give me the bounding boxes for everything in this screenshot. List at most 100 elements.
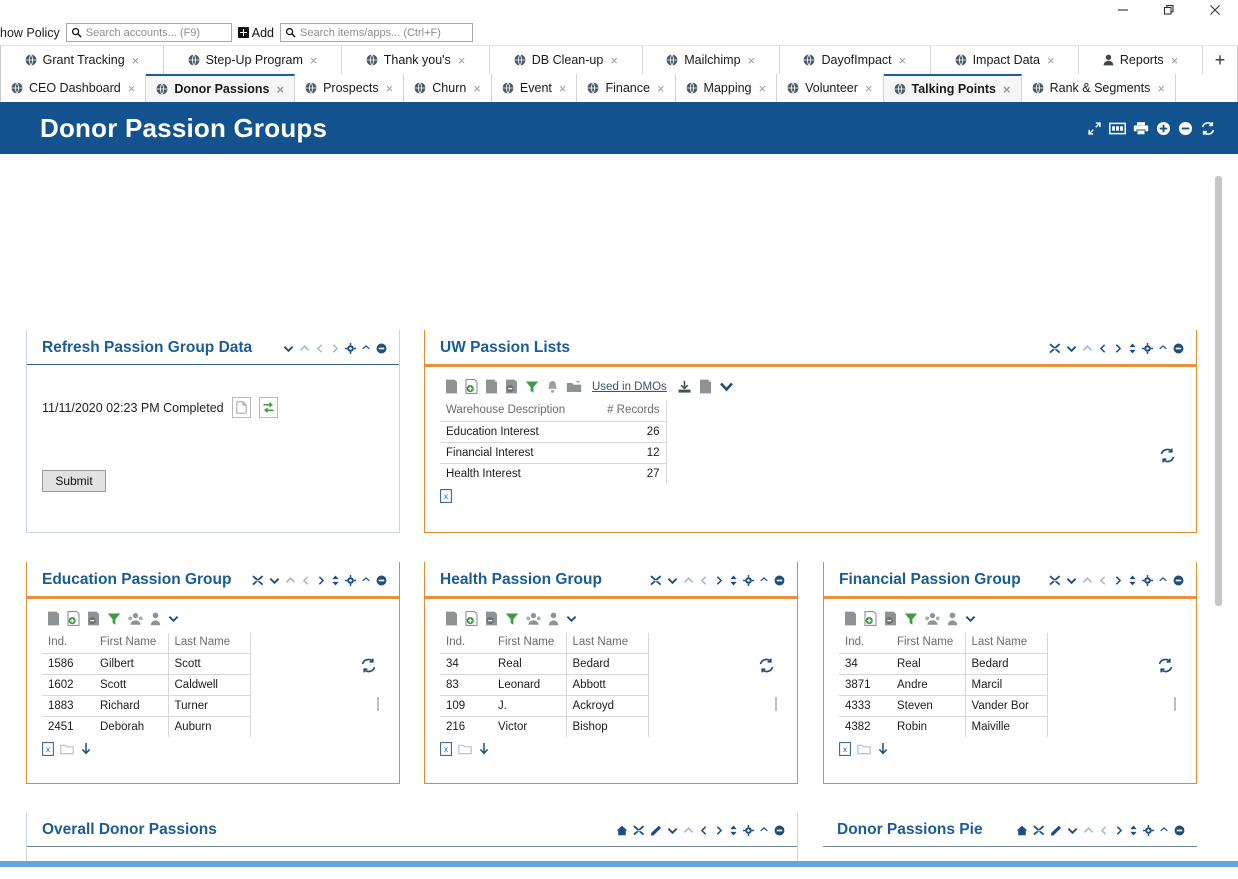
filter-icon[interactable] (525, 380, 539, 394)
group-users-icon[interactable] (925, 612, 940, 626)
grid-refresh-icon[interactable] (1159, 447, 1176, 467)
tab-close-icon[interactable]: × (458, 53, 466, 68)
tab-close-icon[interactable]: × (276, 82, 284, 97)
grid-refresh-icon[interactable] (360, 657, 377, 674)
tab-close-icon[interactable]: × (759, 81, 767, 96)
tab-close-icon[interactable]: × (1171, 53, 1179, 68)
search-accounts-input[interactable]: Search accounts... (F9) (65, 23, 232, 42)
pencil-icon[interactable] (1050, 825, 1062, 836)
chevron-left-icon[interactable] (699, 825, 709, 836)
expand-arrows-icon[interactable] (1049, 574, 1061, 586)
user-icon[interactable] (947, 612, 958, 626)
gear-icon[interactable] (1143, 824, 1154, 836)
grid-scroll-indicator[interactable] (377, 697, 379, 711)
tab-rank-segments[interactable]: Rank & Segments × (1021, 74, 1176, 102)
chevron-down-icon[interactable] (667, 575, 678, 586)
submit-button[interactable]: Submit (42, 470, 106, 492)
column-header-first-name[interactable]: First Name (492, 633, 567, 654)
table-row[interactable]: 1586 Gilbert Scott (42, 653, 251, 675)
caret-up-icon[interactable] (361, 575, 371, 585)
grid-refresh-icon[interactable] (758, 657, 775, 674)
tab-churn[interactable]: Churn × (404, 74, 492, 102)
tab-finance[interactable]: Finance × (577, 74, 676, 102)
filter-icon[interactable] (107, 612, 121, 626)
layout-grid-icon[interactable] (1109, 122, 1126, 135)
chevron-up-icon[interactable] (683, 825, 694, 836)
gear-icon[interactable] (743, 574, 754, 586)
chevron-down-icon[interactable] (1067, 825, 1078, 836)
refresh-icon[interactable] (1200, 121, 1216, 136)
minus-circle-icon[interactable] (774, 825, 785, 836)
tab-db-clean-up[interactable]: DB Clean-up × (490, 46, 643, 74)
table-row[interactable]: 83 Leonard Abbott (440, 674, 649, 696)
table-row[interactable]: 216 Victor Bishop (440, 716, 649, 737)
filter-icon[interactable] (904, 612, 918, 626)
tab-reports[interactable]: Reports × (1079, 46, 1203, 74)
dashboard-scrollbar[interactable] (1215, 176, 1222, 606)
gear-icon[interactable] (345, 342, 356, 354)
filter-icon[interactable] (505, 612, 519, 626)
chevron-down-icon[interactable] (566, 613, 577, 624)
tab-close-icon[interactable]: × (132, 53, 140, 68)
updown-arrows-icon[interactable] (331, 575, 340, 586)
tab-mailchimp[interactable]: Mailchimp × (642, 46, 780, 74)
column-header-last-name[interactable]: Last Name (566, 633, 649, 654)
tab-ceo-dashboard[interactable]: CEO Dashboard × (1, 74, 147, 102)
tab-close-icon[interactable]: × (657, 81, 665, 96)
excel-export-icon[interactable]: x (839, 742, 851, 756)
updown-arrows-icon[interactable] (1128, 575, 1137, 586)
chevron-left-icon[interactable] (1098, 343, 1108, 354)
bell-icon[interactable] (546, 380, 559, 394)
chevron-up-icon[interactable] (1083, 825, 1094, 836)
tab-close-icon[interactable]: × (1157, 81, 1165, 96)
chevron-right-icon[interactable] (1114, 825, 1124, 836)
rerun-refresh-button[interactable] (258, 397, 278, 418)
expand-arrows-icon[interactable] (650, 574, 662, 586)
column-header-ind[interactable]: Ind. (839, 633, 891, 654)
tab-close-icon[interactable]: × (865, 81, 873, 96)
add-button[interactable]: Add (237, 26, 274, 40)
tab-close-icon[interactable]: × (386, 81, 394, 96)
tab-close-icon[interactable]: × (559, 81, 567, 96)
used-in-dmos-link[interactable]: Used in DMOs (592, 381, 667, 393)
grid-refresh-icon[interactable] (1157, 657, 1174, 674)
add-document-icon[interactable] (864, 611, 877, 626)
grid-refresh-icon[interactable] (1157, 657, 1174, 674)
table-row[interactable]: 34 Real Bedard (440, 653, 649, 675)
search-items-input[interactable]: Search items/apps... (Ctrl+F) (280, 23, 473, 42)
column-header-ind[interactable]: Ind. (42, 633, 94, 654)
open-folder-icon[interactable] (458, 743, 472, 755)
open-folder-icon[interactable] (566, 380, 582, 394)
view-log-button[interactable] (231, 397, 251, 418)
minus-circle-icon[interactable] (1174, 825, 1185, 836)
table-row[interactable]: Health Interest 27 (440, 463, 667, 484)
table-row[interactable]: 1883 Richard Turner (42, 695, 251, 717)
user-icon[interactable] (548, 612, 559, 626)
minus-circle-icon[interactable] (1173, 343, 1184, 354)
chevron-down-icon[interactable] (283, 343, 294, 354)
gear-icon[interactable] (345, 574, 356, 586)
new-document-icon[interactable] (844, 611, 857, 626)
open-folder-icon[interactable] (857, 743, 871, 755)
add-document-icon[interactable] (67, 611, 80, 626)
chevron-right-icon[interactable] (1113, 575, 1123, 586)
tab-prospects[interactable]: Prospects × (295, 74, 405, 102)
column-header-ind[interactable]: Ind. (440, 633, 492, 654)
table-row[interactable]: 4382 Robin Maiville (839, 716, 1048, 737)
chevron-up-icon[interactable] (1082, 343, 1093, 354)
tab-close-icon[interactable]: × (310, 53, 318, 68)
chevron-up-icon[interactable] (299, 343, 310, 354)
chevron-left-icon[interactable] (699, 575, 709, 586)
column-header-records[interactable]: # Records (580, 401, 667, 422)
home-icon[interactable] (616, 825, 628, 836)
plus-circle-icon[interactable] (1156, 121, 1171, 136)
user-icon[interactable] (150, 612, 161, 626)
grid-scroll-indicator[interactable] (1174, 697, 1176, 711)
chevron-right-icon[interactable] (330, 343, 340, 354)
chevron-up-icon[interactable] (683, 575, 694, 586)
tab-talking-points[interactable]: Talking Points × (883, 74, 1022, 102)
window-minimize-button[interactable] (1100, 0, 1146, 20)
copy-document-icon[interactable] (485, 379, 498, 394)
export-document-icon[interactable] (699, 379, 712, 394)
chevron-left-icon[interactable] (1098, 575, 1108, 586)
